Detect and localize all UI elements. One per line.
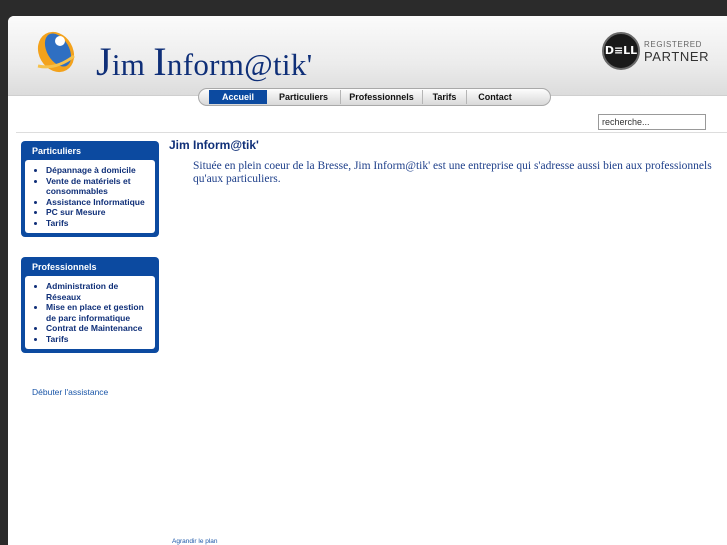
sidebar-item-contrat[interactable]: Contrat de Maintenance [46, 323, 151, 334]
sidebar-particuliers-list: Dépannage à domicile Vente de matériels … [33, 165, 151, 228]
nav-contact[interactable]: Contact [467, 90, 523, 104]
site-logo-icon [37, 31, 75, 73]
sidebar-item-tarifs-pro[interactable]: Tarifs [46, 334, 151, 345]
sidebar-item-vente[interactable]: Vente de matériels et consommables [46, 176, 151, 197]
sidebar-item-administration[interactable]: Administration de Réseaux [46, 281, 151, 302]
sidebar-professionnels-list: Administration de Réseaux Mise en place … [33, 281, 151, 344]
site-header: Jim Inform@tik' D≡LL REGISTERED PARTNER [8, 16, 727, 96]
partner-registered-text: REGISTERED [644, 40, 703, 49]
nav-accueil[interactable]: Accueil [209, 90, 267, 104]
partner-label: PARTNER [644, 49, 710, 64]
sidebar-item-pc-sur-mesure[interactable]: PC sur Mesure [46, 207, 151, 218]
content-area: Particuliers Dépannage à domicile Vente … [16, 132, 727, 545]
nav-tarifs[interactable]: Tarifs [423, 90, 467, 104]
page-title: Jim Inform@tik' [169, 138, 259, 152]
sidebar-particuliers-box: Particuliers Dépannage à domicile Vente … [21, 141, 159, 237]
page-frame: Jim Inform@tik' D≡LL REGISTERED PARTNER … [8, 16, 727, 545]
sidebar-item-assistance[interactable]: Assistance Informatique [46, 197, 151, 208]
intro-text: Située en plein coeur de la Bresse, Jim … [193, 160, 712, 185]
sidebar-professionnels-box: Professionnels Administration de Réseaux… [21, 257, 159, 353]
sidebar-item-depannage[interactable]: Dépannage à domicile [46, 165, 151, 176]
search-input[interactable] [598, 114, 706, 130]
dell-logo-icon: D≡LL [602, 32, 640, 70]
sidebar-item-parc[interactable]: Mise en place et gestion de parc informa… [46, 302, 151, 323]
sidebar-particuliers-title: Particuliers [32, 146, 82, 156]
sidebar-professionnels-title: Professionnels [32, 262, 97, 272]
enlarge-map-link[interactable]: Agrandir le plan [172, 538, 218, 545]
site-brand[interactable]: Jim Inform@tik' [96, 38, 313, 85]
dell-partner-badge: D≡LL REGISTERED PARTNER [602, 32, 709, 72]
assistance-link[interactable]: Débuter l'assistance [32, 387, 108, 397]
nav-particuliers[interactable]: Particuliers [267, 90, 341, 104]
nav-professionnels[interactable]: Professionnels [341, 90, 423, 104]
main-nav: Accueil Particuliers Professionnels Tari… [198, 88, 551, 106]
sidebar-item-tarifs-particuliers[interactable]: Tarifs [46, 218, 151, 229]
